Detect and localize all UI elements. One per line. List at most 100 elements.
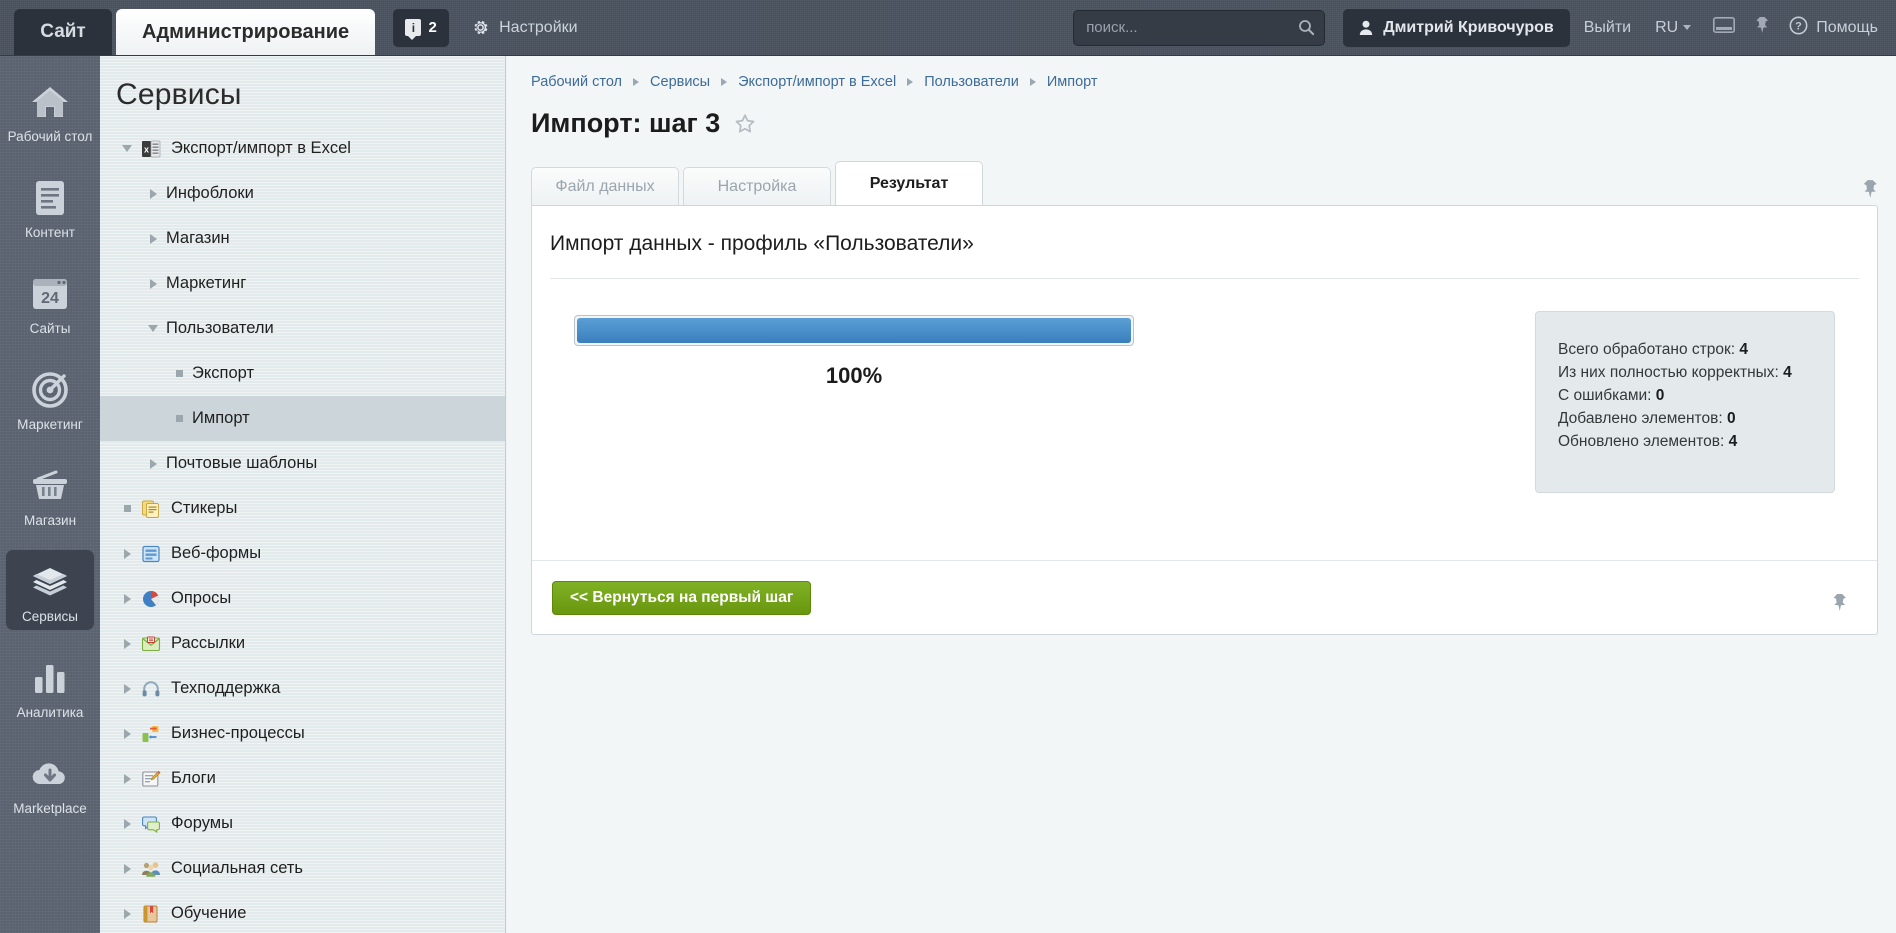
- breadcrumb-item[interactable]: Рабочий стол: [531, 74, 622, 90]
- tree-item-10[interactable]: Опросы: [100, 576, 505, 621]
- tree-item-9[interactable]: Веб-формы: [100, 531, 505, 576]
- tree-item-4[interactable]: Пользователи: [100, 306, 505, 351]
- tree-item-label: Форумы: [171, 814, 233, 833]
- tree-item-11[interactable]: Рассылки: [100, 621, 505, 666]
- rail-label: Маркетинг: [17, 417, 83, 432]
- tree-expand-closed-icon[interactable]: [114, 594, 140, 604]
- tree-expand-closed-icon[interactable]: [114, 729, 140, 739]
- notifications-button[interactable]: i 2: [393, 9, 449, 47]
- user-menu-button[interactable]: Дмитрий Кривочуров: [1343, 9, 1570, 47]
- tree-item-label: Техподдержка: [171, 679, 280, 698]
- favorite-star-icon[interactable]: [734, 113, 756, 135]
- back-to-first-step-button[interactable]: << Вернуться на первый шаг: [552, 581, 811, 615]
- gear-icon: [471, 18, 490, 37]
- tree-item-label: Веб-формы: [171, 544, 261, 563]
- tree-item-0[interactable]: x Экспорт/импорт в Excel: [100, 126, 505, 171]
- tree-item-label: Импорт: [192, 409, 250, 428]
- tree-item-15[interactable]: Форумы: [100, 801, 505, 846]
- tab-site[interactable]: Сайт: [14, 9, 112, 55]
- pin-icon[interactable]: [1755, 16, 1769, 39]
- progress-area: 100% Всего обработано строк: 4Из них пол…: [532, 279, 1877, 527]
- notifications-count: 2: [428, 19, 436, 36]
- excel-icon: x: [140, 138, 162, 160]
- tree-item-17[interactable]: Обучение: [100, 891, 505, 933]
- blog-icon: [140, 768, 162, 790]
- tree-expand-closed-icon[interactable]: [114, 549, 140, 559]
- statistic-value: 4: [1783, 364, 1792, 381]
- tree-expand-closed-icon[interactable]: [140, 459, 166, 469]
- rail-item-desktop[interactable]: Рабочий стол: [6, 70, 94, 150]
- cloud-download-icon: [30, 754, 70, 794]
- statistic-row: С ошибками: 0: [1558, 384, 1834, 407]
- tab-1[interactable]: Настройка: [683, 167, 831, 205]
- rail-item-content[interactable]: Контент: [6, 166, 94, 246]
- tree-expand-open-icon[interactable]: [140, 325, 166, 332]
- breadcrumb-item[interactable]: Сервисы: [650, 74, 710, 90]
- page-title: Импорт: шаг 3: [531, 108, 720, 139]
- tree-item-label: Опросы: [171, 589, 231, 608]
- search-input[interactable]: [1073, 10, 1325, 46]
- tree-item-13[interactable]: Бизнес-процессы: [100, 711, 505, 756]
- rail-label: Рабочий стол: [8, 129, 93, 144]
- language-selector[interactable]: RU: [1655, 19, 1691, 37]
- statistic-label: Всего обработано строк:: [1558, 341, 1739, 358]
- tree-item-14[interactable]: Блоги: [100, 756, 505, 801]
- logout-link[interactable]: Выйти: [1584, 19, 1631, 37]
- help-icon: ?: [1789, 16, 1808, 40]
- tree-expand-closed-icon[interactable]: [114, 819, 140, 829]
- tree-item-label: Экспорт/импорт в Excel: [171, 139, 351, 158]
- language-label: RU: [1655, 19, 1678, 37]
- pin-tabs-icon[interactable]: [1862, 179, 1878, 199]
- tree-expand-closed-icon[interactable]: [140, 279, 166, 289]
- tab-0[interactable]: Файл данных: [531, 167, 679, 205]
- user-icon: [1359, 20, 1373, 36]
- tree-item-7[interactable]: Почтовые шаблоны: [100, 441, 505, 486]
- tab-label: Настройка: [718, 178, 797, 196]
- breadcrumb-item[interactable]: Импорт: [1047, 74, 1098, 90]
- tree-item-6[interactable]: Импорт: [100, 396, 505, 441]
- statistic-value: 0: [1727, 410, 1736, 427]
- rail-item-analytics[interactable]: Аналитика: [6, 646, 94, 726]
- tree-expand-closed-icon[interactable]: [140, 189, 166, 199]
- tree-expand-closed-icon[interactable]: [114, 684, 140, 694]
- tab-2[interactable]: Результат: [835, 161, 983, 205]
- help-link[interactable]: ? Помощь: [1789, 16, 1878, 40]
- tree-expand-open-icon[interactable]: [114, 145, 140, 152]
- settings-link[interactable]: Настройки: [471, 18, 577, 37]
- tree-item-16[interactable]: Социальная сеть: [100, 846, 505, 891]
- breadcrumb-item[interactable]: Экспорт/импорт в Excel: [738, 74, 896, 90]
- tree-item-label: Почтовые шаблоны: [166, 454, 317, 473]
- tab-administration[interactable]: Администрирование: [116, 9, 375, 55]
- user-name-label: Дмитрий Кривочуров: [1383, 19, 1554, 37]
- tree-item-2[interactable]: Магазин: [100, 216, 505, 261]
- tree-expand-closed-icon[interactable]: [114, 639, 140, 649]
- statistic-label: С ошибками:: [1558, 387, 1656, 404]
- learning-icon: [140, 903, 162, 925]
- rail-item-sites[interactable]: 24 Сайты: [6, 262, 94, 342]
- tree-expand-closed-icon[interactable]: [114, 774, 140, 784]
- progress-percent-label: 100%: [574, 363, 1134, 389]
- breadcrumb: Рабочий стол Сервисы Экспорт/импорт в Exce…: [507, 56, 1896, 90]
- tree-expand-closed-icon[interactable]: [114, 864, 140, 874]
- settings-label: Настройки: [499, 19, 577, 37]
- tree-expand-closed-icon[interactable]: [140, 234, 166, 244]
- breadcrumb-item[interactable]: Пользователи: [924, 74, 1019, 90]
- rail-item-marketplace[interactable]: Marketplace: [6, 742, 94, 822]
- tree-item-5[interactable]: Экспорт: [100, 351, 505, 396]
- rail-item-marketing[interactable]: Маркетинг: [6, 358, 94, 438]
- main-content: Рабочий стол Сервисы Экспорт/импорт в Exce…: [507, 56, 1896, 933]
- pin-footer-icon[interactable]: [1832, 593, 1847, 612]
- tree-item-label: Бизнес-процессы: [171, 724, 305, 743]
- tree-item-3[interactable]: Маркетинг: [100, 261, 505, 306]
- headset-icon: [140, 678, 162, 700]
- tree-expand-closed-icon[interactable]: [114, 909, 140, 919]
- panel-toggle-icon[interactable]: [1713, 17, 1735, 38]
- tree-bullet-icon: [166, 415, 192, 422]
- sites-24-icon: 24: [31, 274, 69, 314]
- tab-label: Файл данных: [555, 178, 654, 196]
- rail-item-services[interactable]: Сервисы: [6, 550, 94, 630]
- rail-item-shop[interactable]: Магазин: [6, 454, 94, 534]
- tree-item-8[interactable]: Стикеры: [100, 486, 505, 531]
- tree-item-12[interactable]: Техподдержка: [100, 666, 505, 711]
- tree-item-1[interactable]: Инфоблоки: [100, 171, 505, 216]
